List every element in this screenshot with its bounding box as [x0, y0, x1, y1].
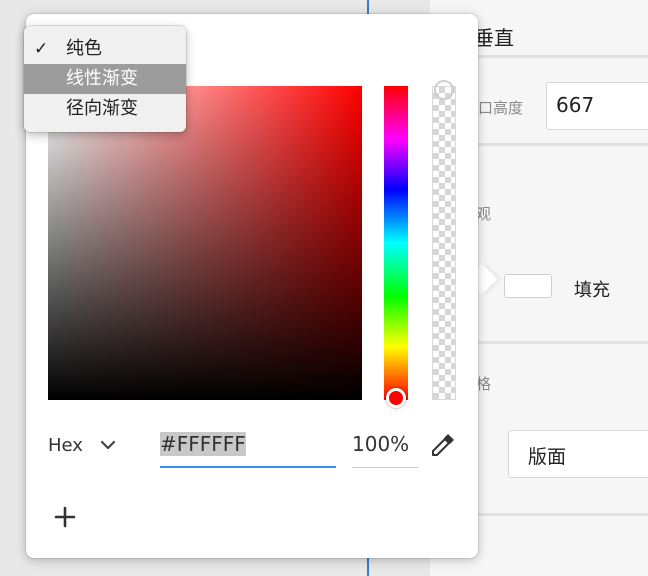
chevron-down-icon[interactable]	[98, 438, 118, 454]
hex-input[interactable]: #FFFFFF	[160, 428, 336, 468]
align-label: 垂直	[474, 26, 514, 50]
fill-label: 填充	[574, 280, 610, 301]
appearance-label: 观	[476, 205, 492, 223]
style-label: 格	[476, 375, 492, 393]
fill-color-swatch[interactable]	[504, 274, 552, 298]
color-format-label[interactable]: Hex	[48, 435, 83, 456]
opacity-input[interactable]: 100%	[352, 428, 418, 468]
menu-item-label: 纯色	[66, 38, 102, 59]
style-value: 版面	[528, 446, 567, 468]
plus-icon[interactable]	[52, 504, 78, 530]
opacity-slider-handle[interactable]	[434, 80, 454, 100]
menu-item-solid[interactable]: ✓ 纯色	[24, 34, 186, 64]
opacity-slider[interactable]	[432, 86, 456, 400]
eyedropper-icon[interactable]	[428, 430, 458, 460]
menu-item-radial-gradient[interactable]: 径向渐变	[24, 94, 186, 124]
saturation-brightness-area[interactable]	[48, 86, 362, 400]
hue-slider-handle[interactable]	[386, 388, 406, 408]
height-value: 667	[556, 93, 595, 117]
menu-item-label: 线性渐变	[66, 68, 138, 89]
fill-type-menu: ✓ 纯色 线性渐变 径向渐变	[24, 26, 186, 132]
check-icon: ✓	[34, 39, 49, 59]
menu-item-linear-gradient[interactable]: 线性渐变	[24, 64, 186, 94]
hue-slider[interactable]	[384, 86, 408, 400]
menu-item-label: 径向渐变	[66, 98, 138, 119]
height-label: 口高度	[478, 99, 524, 117]
opacity-value: 100%	[352, 432, 410, 456]
hex-value: #FFFFFF	[160, 432, 246, 456]
